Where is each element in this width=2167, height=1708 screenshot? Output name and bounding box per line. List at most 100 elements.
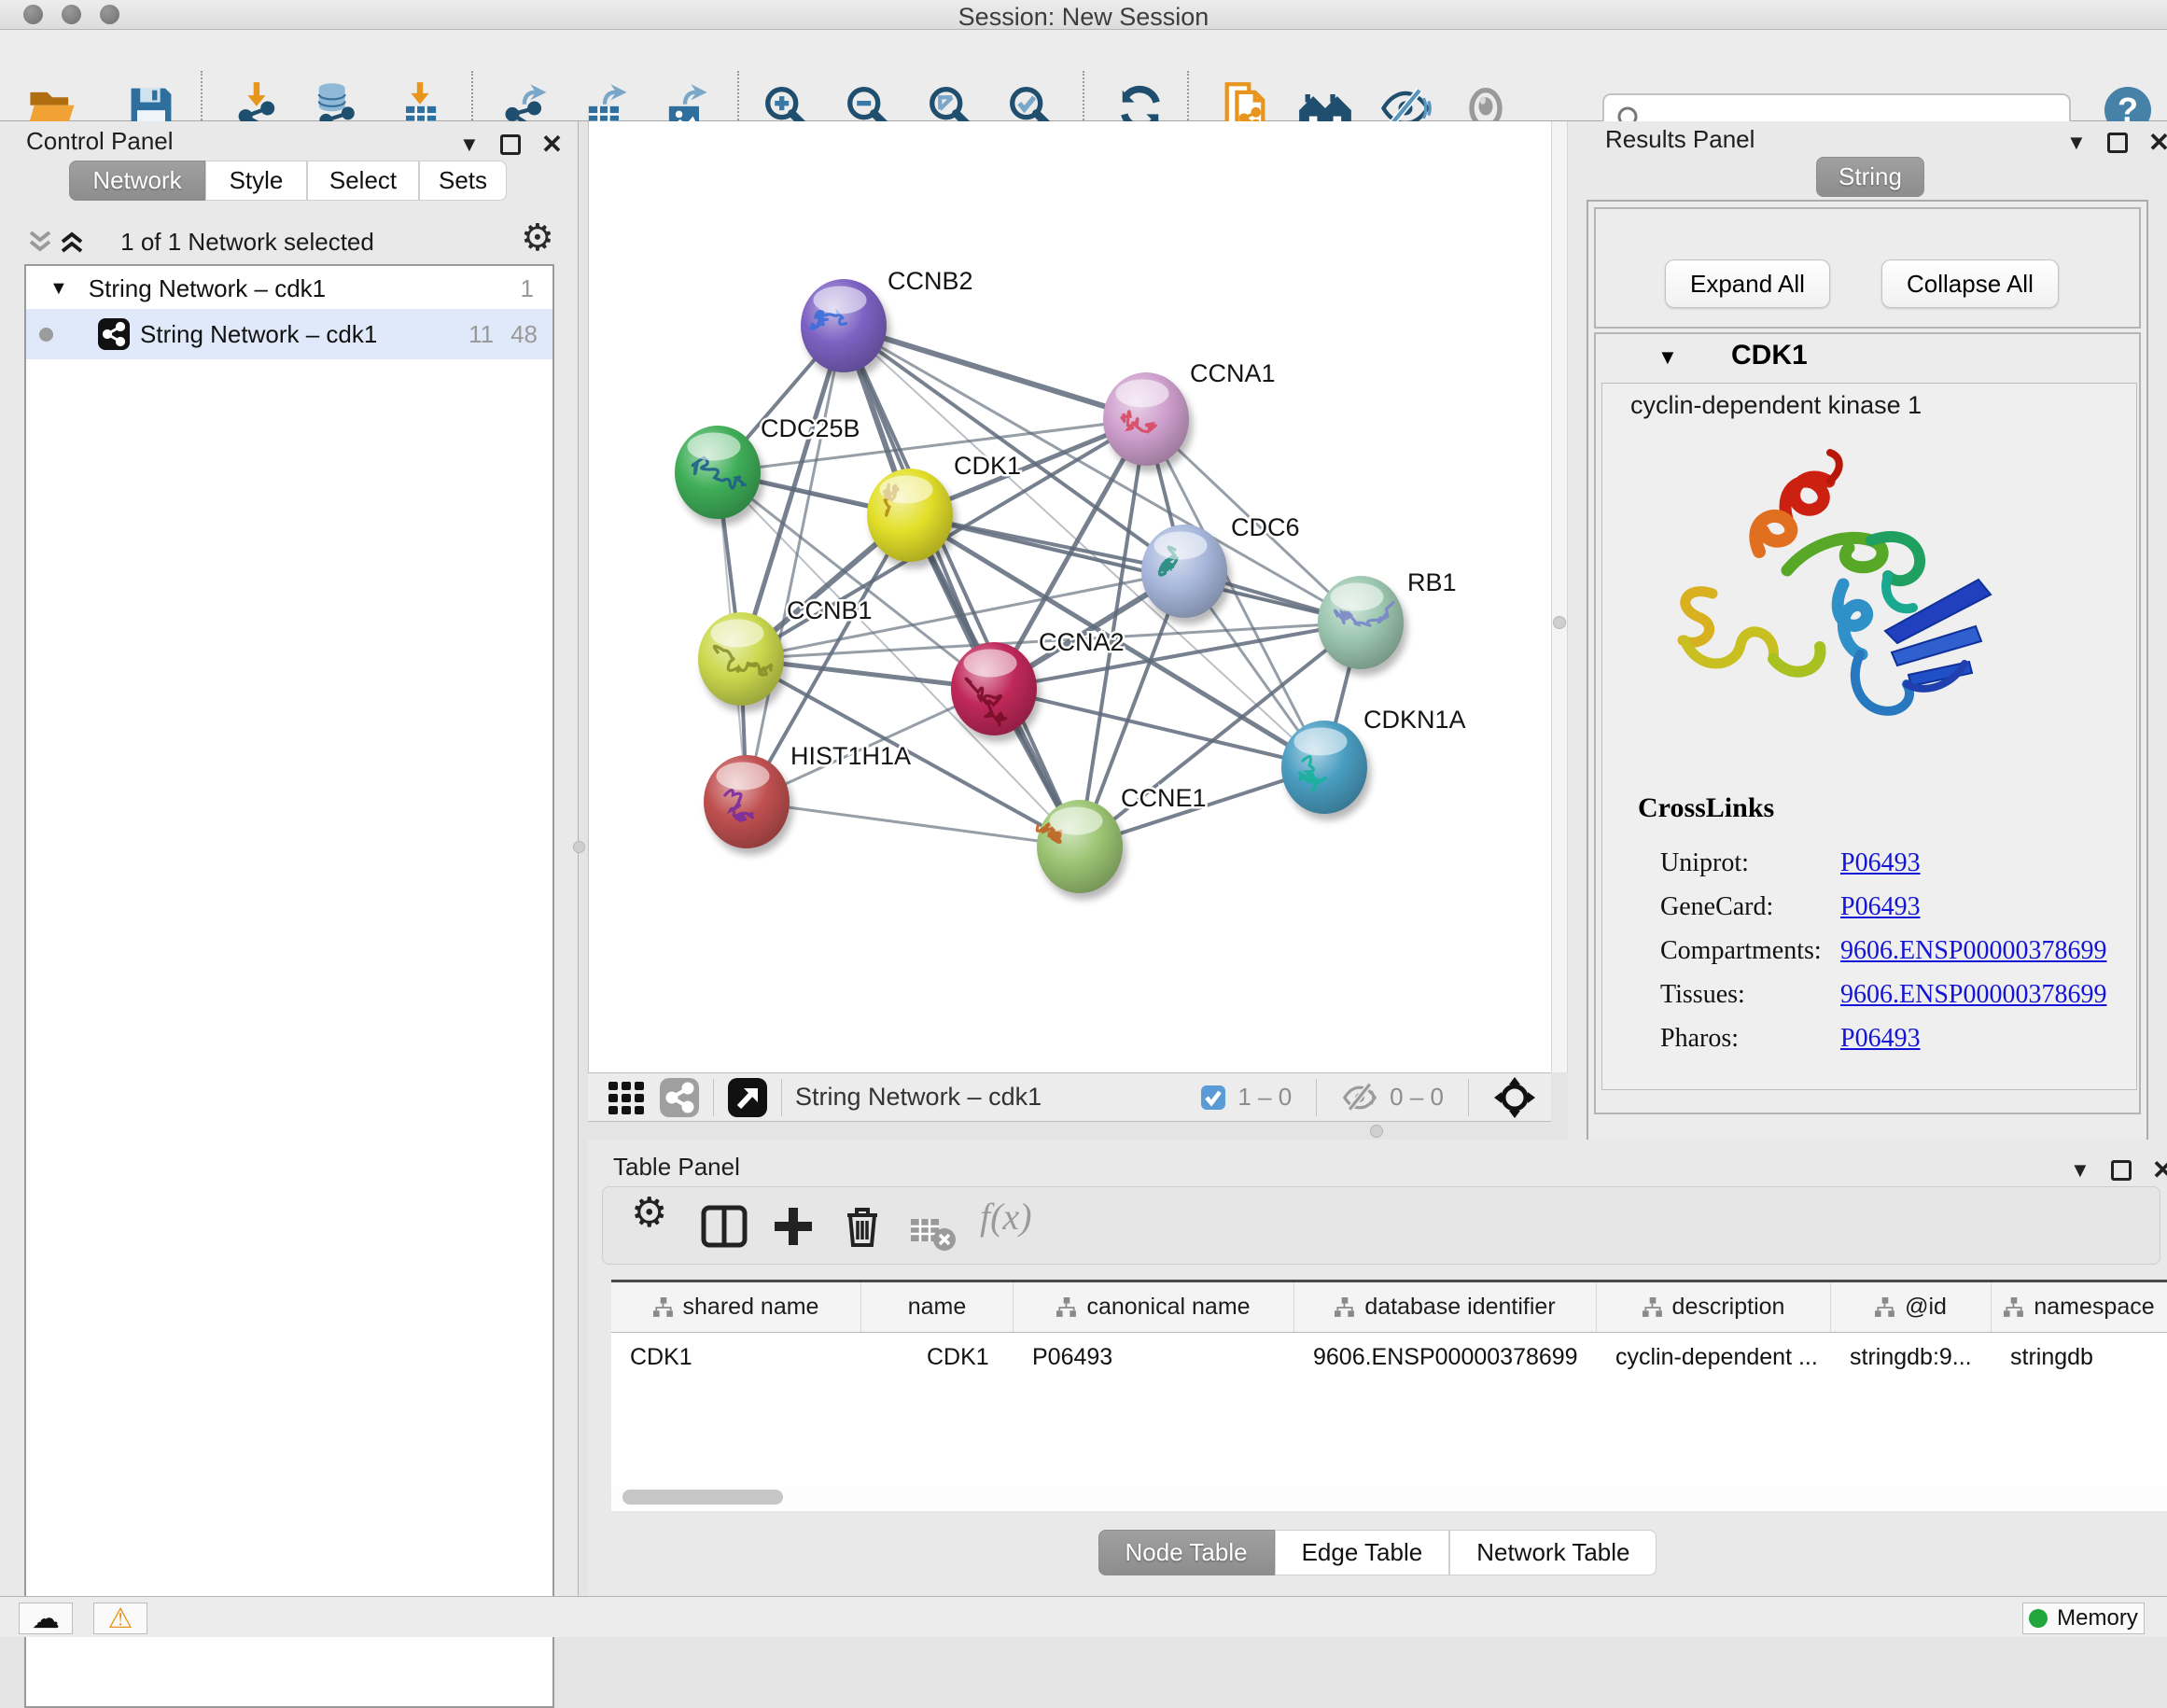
column-header[interactable]: description	[1597, 1282, 1831, 1332]
panel-menu-icon[interactable]: ▼	[459, 133, 480, 157]
network-node-CDK1[interactable]: CDK1	[867, 452, 1021, 568]
tab-edge-table[interactable]: Edge Table	[1275, 1530, 1450, 1575]
column-header[interactable]: @id	[1831, 1282, 1992, 1332]
warnings-button[interactable]: ⚠	[93, 1603, 147, 1634]
vertical-splitter[interactable]	[1551, 121, 1568, 1072]
warning-icon: ⚠	[108, 1603, 133, 1635]
node-label-CDC6: CDC6	[1231, 513, 1300, 541]
panel-float-icon[interactable]	[500, 134, 521, 155]
hierarchy-icon	[2004, 1297, 2024, 1318]
network-node-HIST1H1A[interactable]: HIST1H1A	[704, 742, 911, 855]
network-node-RB1[interactable]: RB1	[1318, 568, 1457, 676]
network-view-title: String Network – cdk1	[795, 1083, 1042, 1112]
network-list: ▼ String Network – cdk1 1 String Network…	[24, 264, 554, 1708]
column-header[interactable]: canonical name	[1014, 1282, 1294, 1332]
column-header[interactable]: namespace	[1992, 1282, 2167, 1332]
scrollbar-thumb[interactable]	[622, 1490, 783, 1505]
panel-close-icon[interactable]: ✕	[541, 129, 563, 160]
column-header[interactable]: database identifier	[1294, 1282, 1597, 1332]
grid-view-icon[interactable]	[607, 1078, 646, 1117]
expand-all-button[interactable]: Expand All	[1665, 259, 1830, 308]
network-node-CDKN1A[interactable]: CDKN1A	[1281, 706, 1466, 820]
column-header[interactable]: name	[861, 1282, 1014, 1332]
protein-structure-image	[1647, 430, 2011, 748]
tab-style[interactable]: Style	[205, 161, 307, 201]
column-label: namespace	[2034, 1294, 2154, 1321]
title-bar: Session: New Session	[0, 0, 2167, 30]
cell-namespace[interactable]: stringdb	[1992, 1344, 2167, 1371]
netbar-separator	[1468, 1079, 1469, 1116]
function-builder-icon[interactable]: f(x)	[980, 1195, 1028, 1243]
left-splitter-handle[interactable]	[573, 841, 585, 853]
network-node-CCNE1[interactable]: CCNE1	[1037, 784, 1207, 900]
cell-shared-name[interactable]: CDK1	[611, 1344, 861, 1371]
crosslink-link[interactable]: 9606.ENSP00000378699	[1840, 980, 2106, 1010]
crosslink-link[interactable]: P06493	[1840, 848, 1921, 878]
delete-column-icon[interactable]	[838, 1202, 887, 1251]
delete-table-icon[interactable]	[909, 1210, 958, 1258]
table-row[interactable]: CDK1 CDK1 P06493 9606.ENSP00000378699 cy…	[611, 1333, 2167, 1381]
cell-canonical-name[interactable]: P06493	[1014, 1344, 1294, 1371]
collection-expand-icon[interactable]: ▼	[49, 278, 68, 300]
panel-close-icon[interactable]: ✕	[2152, 1155, 2167, 1185]
gene-section: ▼ CDK1 cyclin-dependent kinase 1	[1594, 332, 2141, 1114]
cell-database-identifier[interactable]: 9606.ENSP00000378699	[1294, 1344, 1597, 1371]
tab-network[interactable]: Network	[69, 161, 205, 201]
add-column-icon[interactable]	[769, 1202, 818, 1251]
memory-button[interactable]: Memory	[2022, 1603, 2145, 1634]
show-columns-icon[interactable]	[700, 1202, 748, 1251]
network-options-gear-icon[interactable]: ⚙	[521, 217, 554, 259]
cloud-button[interactable]: ☁	[19, 1603, 73, 1634]
crosslink-link[interactable]: 9606.ENSP00000378699	[1840, 936, 2106, 966]
cell-description[interactable]: cyclin-dependent ...	[1597, 1344, 1831, 1371]
panel-float-icon[interactable]	[2107, 133, 2128, 153]
node-table[interactable]: shared name name canonical name database…	[611, 1280, 2167, 1511]
table-options-gear-icon[interactable]: ⚙	[631, 1189, 679, 1238]
tab-select[interactable]: Select	[307, 161, 419, 201]
results-panel-header-icons: ▼ ✕	[2066, 127, 2167, 158]
hierarchy-icon	[1643, 1297, 1663, 1318]
network-row-selected[interactable]: String Network – cdk1 11 48	[26, 309, 552, 359]
string-network-graph[interactable]: CCNB2CCNA1CDC25BCDK1CDC6RB1CCNB1CCNA2CDK…	[589, 121, 1552, 1072]
tab-network-table[interactable]: Network Table	[1449, 1530, 1657, 1575]
panel-menu-icon[interactable]: ▼	[2066, 131, 2087, 155]
horizontal-splitter-handle[interactable]	[1370, 1125, 1383, 1138]
horizontal-splitter[interactable]	[588, 1123, 1551, 1140]
network-node-CDC25B[interactable]: CDC25B	[675, 414, 860, 525]
hidden-eye-icon[interactable]	[1341, 1081, 1378, 1114]
gene-collapse-icon[interactable]: ▼	[1657, 345, 1678, 370]
cell-name[interactable]: CDK1	[861, 1344, 1014, 1371]
panel-close-icon[interactable]: ✕	[2148, 127, 2167, 158]
network-edge[interactable]	[747, 326, 844, 802]
network-thumbnail-icon[interactable]	[659, 1077, 700, 1118]
network-node-CDC6[interactable]: CDC6	[1141, 513, 1300, 624]
table-panel: Table Panel ▼ ✕ ⚙ f(x) shared name name …	[588, 1140, 2167, 1596]
column-label: shared name	[683, 1294, 819, 1321]
network-edge[interactable]	[994, 689, 1324, 767]
network-view-canvas[interactable]: CCNB2CCNA1CDC25BCDK1CDC6RB1CCNB1CCNA2CDK…	[588, 121, 1551, 1072]
collection-count: 1	[521, 274, 534, 303]
control-panel-title: Control Panel	[26, 127, 174, 156]
tab-sets[interactable]: Sets	[419, 161, 507, 201]
netbar-status: 1 – 0 0 – 0	[1200, 1076, 1536, 1119]
crosslink-link[interactable]: P06493	[1840, 892, 1921, 922]
vertical-splitter-handle[interactable]	[1553, 616, 1566, 629]
panel-menu-icon[interactable]: ▼	[2070, 1158, 2090, 1183]
selected-checkbox-icon[interactable]	[1200, 1085, 1226, 1111]
network-node-CCNA1[interactable]: CCNA1	[1103, 359, 1276, 472]
tab-node-table[interactable]: Node Table	[1098, 1530, 1275, 1575]
cell-id[interactable]: stringdb:9...	[1831, 1344, 1992, 1371]
network-node-CCNB2[interactable]: CCNB2	[801, 267, 973, 379]
node-label-CCNA2: CCNA2	[1039, 628, 1125, 656]
network-edge[interactable]	[747, 802, 1080, 847]
crosslink-link[interactable]: P06493	[1840, 1024, 1921, 1054]
tab-string[interactable]: String	[1816, 157, 1924, 197]
table-panel-title: Table Panel	[613, 1153, 740, 1182]
column-header[interactable]: shared name	[611, 1282, 861, 1332]
network-collection-row[interactable]: ▼ String Network – cdk1 1	[26, 268, 552, 309]
table-horizontal-scrollbar[interactable]	[611, 1487, 2167, 1507]
birdseye-view-icon[interactable]	[727, 1077, 768, 1118]
fit-content-crosshair-icon[interactable]	[1493, 1076, 1536, 1119]
collapse-all-button[interactable]: Collapse All	[1881, 259, 2059, 308]
panel-float-icon[interactable]	[2111, 1160, 2132, 1181]
